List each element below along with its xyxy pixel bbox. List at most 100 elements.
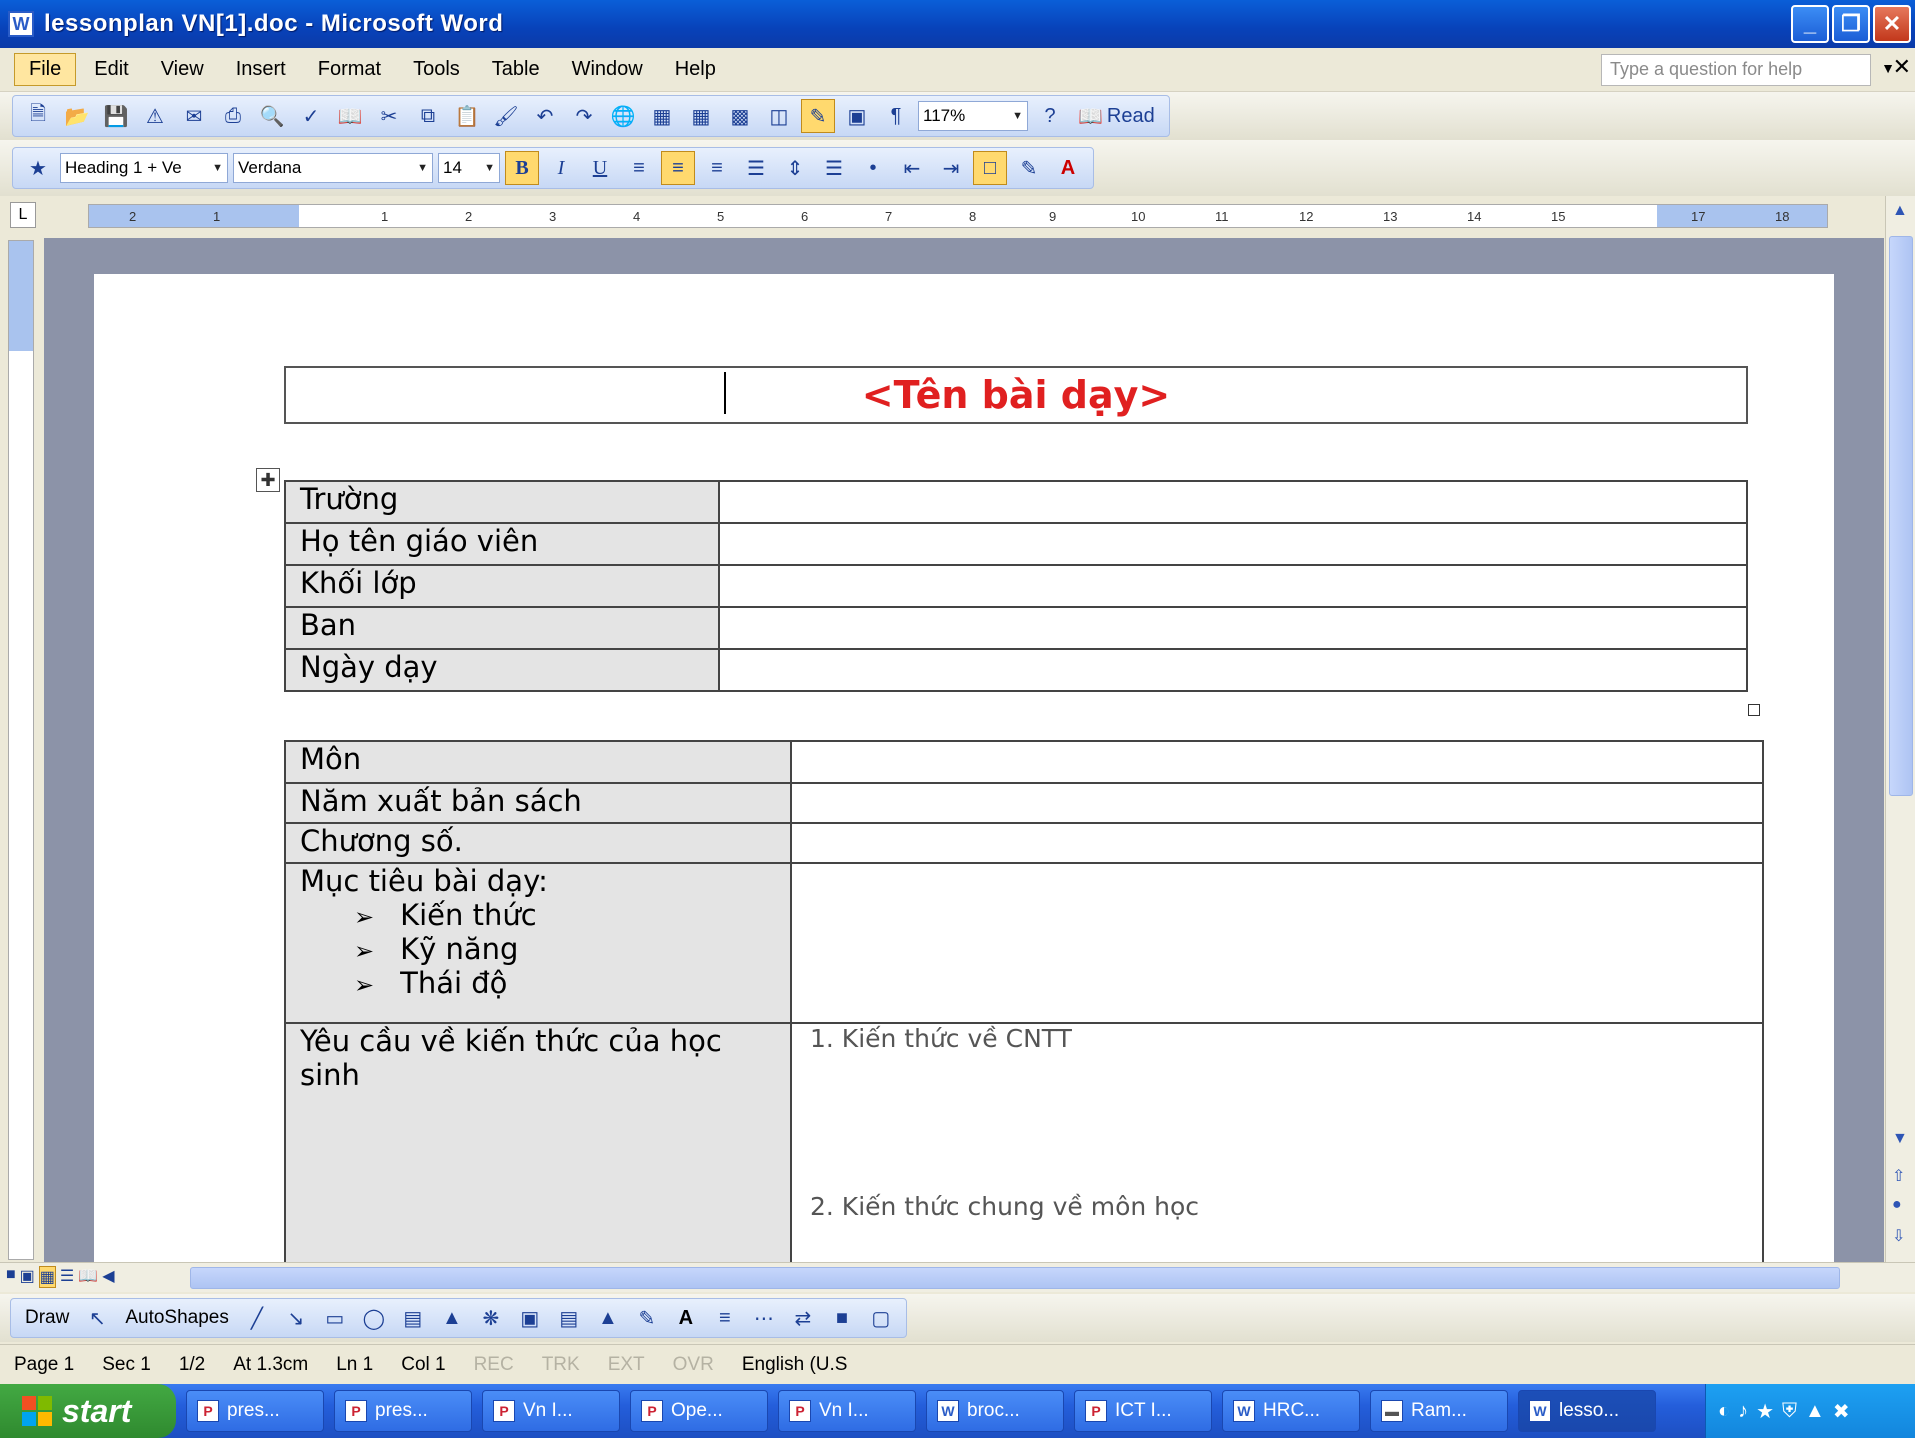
wordart-icon[interactable]: ▲ (435, 1301, 469, 1335)
line-style-icon[interactable]: ≡ (708, 1301, 742, 1335)
taskbar-item[interactable]: P Vn I... (778, 1390, 916, 1432)
spelling-icon[interactable]: ✓ (294, 99, 328, 133)
status-ovr[interactable]: OVR (659, 1354, 728, 1376)
bold-button[interactable]: B (505, 151, 539, 185)
table-cell-value[interactable] (718, 522, 1748, 566)
print-icon[interactable]: ⎙ (216, 99, 250, 133)
insert-excel-icon[interactable]: ▩ (723, 99, 757, 133)
email-icon[interactable]: ✉ (177, 99, 211, 133)
menu-help[interactable]: Help (661, 54, 730, 85)
taskbar-item[interactable]: P ICT I... (1074, 1390, 1212, 1432)
taskbar-item[interactable]: P Vn I... (482, 1390, 620, 1432)
highlight-icon[interactable]: ✎ (1012, 151, 1046, 185)
scroll-down-icon[interactable]: ▼ (1892, 1130, 1908, 1148)
draw-menu[interactable]: Draw (19, 1307, 75, 1329)
document-area[interactable]: <Tên bài dạy> ✚ Trường Họ tên giáo viên … (44, 238, 1884, 1262)
document-page[interactable]: <Tên bài dạy> ✚ Trường Họ tên giáo viên … (94, 274, 1834, 1262)
table-resize-handle[interactable] (1748, 704, 1760, 716)
paste-icon[interactable]: 📋 (450, 99, 484, 133)
update-icon[interactable]: ▲ (1805, 1400, 1825, 1423)
draw-font-color-icon[interactable]: A (669, 1301, 703, 1335)
vertical-scrollbar[interactable]: ▲ ▼ ⇧ ● ⇩ (1885, 196, 1915, 1262)
copy-icon[interactable]: ⧉ (411, 99, 445, 133)
ruler-band[interactable]: 2 1 1 2 3 4 5 6 7 8 9 10 11 12 13 14 15 … (88, 204, 1828, 228)
select-objects-icon[interactable]: ↖ (80, 1301, 114, 1335)
arrow-icon[interactable]: ↘ (279, 1301, 313, 1335)
horizontal-scrollbar[interactable]: ■ ▣ ▦ ☰ 📖 ◀ (0, 1262, 1915, 1292)
clip-art-icon[interactable]: ▣ (513, 1301, 547, 1335)
picture-icon[interactable]: ▤ (552, 1301, 586, 1335)
tab-selector-icon[interactable]: L (10, 202, 36, 228)
font-size-select[interactable]: 14 ▼ (438, 153, 500, 183)
diagram-icon[interactable]: ❋ (474, 1301, 508, 1335)
line-color-icon[interactable]: ✎ (630, 1301, 664, 1335)
align-right-icon[interactable]: ≡ (700, 151, 734, 185)
font-color-icon[interactable]: A (1051, 151, 1085, 185)
open-folder-icon[interactable]: 📂 (60, 99, 94, 133)
table-cell-value[interactable] (790, 740, 1764, 784)
show-hide-icon[interactable]: ¶ (879, 99, 913, 133)
style-select[interactable]: Heading 1 + Ve ▼ (60, 153, 228, 183)
help-search-input[interactable]: Type a question for help (1601, 54, 1871, 86)
table-cell-label[interactable]: Yêu cầu về kiến thức của học sinh (284, 1022, 792, 1262)
word-doc-icon[interactable]: W (8, 11, 34, 37)
underline-button[interactable]: U (583, 151, 617, 185)
oval-icon[interactable]: ◯ (357, 1301, 391, 1335)
numbering-icon[interactable]: ☰ (817, 151, 851, 185)
permission-icon[interactable]: ⚠ (138, 99, 172, 133)
menu-insert[interactable]: Insert (222, 54, 300, 85)
print-preview-icon[interactable]: 🔍 (255, 99, 289, 133)
table-cell-value[interactable]: 1. Kiến thức về CNTT 2. Kiến thức chung … (790, 1022, 1764, 1262)
table-cell-value[interactable] (790, 822, 1764, 864)
line-spacing-icon[interactable]: ⇕ (778, 151, 812, 185)
status-trk[interactable]: TRK (528, 1354, 594, 1376)
status-rec[interactable]: REC (460, 1354, 528, 1376)
dash-style-icon[interactable]: ⋯ (747, 1301, 781, 1335)
taskbar-item[interactable]: P Ope... (630, 1390, 768, 1432)
minimize-button[interactable]: _ (1791, 5, 1829, 43)
table-cell-value[interactable] (790, 862, 1764, 1024)
security-icon[interactable]: ★ (1756, 1399, 1774, 1424)
lesson-title-box[interactable]: <Tên bài dạy> (284, 366, 1748, 424)
columns-icon[interactable]: ◫ (762, 99, 796, 133)
reading-layout-icon[interactable]: 📖 (78, 1266, 98, 1288)
start-button[interactable]: start (0, 1384, 176, 1438)
menu-table[interactable]: Table (478, 54, 554, 85)
styles-icon[interactable]: ★ (21, 151, 55, 185)
menu-view[interactable]: View (147, 54, 218, 85)
table-cell-value[interactable] (718, 606, 1748, 650)
shield-icon[interactable]: ⛨ (1782, 1400, 1797, 1423)
volume-icon[interactable]: ♪ (1738, 1400, 1748, 1423)
document-map-icon[interactable]: ▣ (840, 99, 874, 133)
tables-borders-icon[interactable]: ▦ (645, 99, 679, 133)
doc-close-icon[interactable]: ✕ (1893, 54, 1911, 80)
rectangle-icon[interactable]: ▭ (318, 1301, 352, 1335)
menu-edit[interactable]: Edit (80, 54, 142, 85)
close-button[interactable]: ✕ (1873, 5, 1911, 43)
taskbar-item[interactable]: W HRC... (1222, 1390, 1360, 1432)
fill-color-icon[interactable]: ▲ (591, 1301, 625, 1335)
text-box-icon[interactable]: ▤ (396, 1301, 430, 1335)
cut-icon[interactable]: ✂ (372, 99, 406, 133)
format-painter-icon[interactable]: 🖌 (489, 99, 523, 133)
hscroll-thumb[interactable] (190, 1267, 1840, 1289)
read-button[interactable]: 📖 Read (1072, 104, 1161, 129)
decrease-indent-icon[interactable]: ⇤ (895, 151, 929, 185)
menu-window[interactable]: Window (558, 54, 657, 85)
arrow-style-icon[interactable]: ⇄ (786, 1301, 820, 1335)
next-page-icon[interactable]: ⇩ (1892, 1226, 1905, 1246)
table-cell-value[interactable] (718, 648, 1748, 692)
hyperlink-icon[interactable]: 🌐 (606, 99, 640, 133)
justify-icon[interactable]: ☰ (739, 151, 773, 185)
table-cell-label[interactable]: Khối lớp (284, 564, 720, 608)
menu-tools[interactable]: Tools (399, 54, 474, 85)
drawing-icon[interactable]: ✎ (801, 99, 835, 133)
web-layout-icon[interactable]: ▣ (20, 1266, 35, 1288)
align-center-icon[interactable]: ≡ (661, 151, 695, 185)
outline-view-icon[interactable]: ☰ (60, 1266, 74, 1288)
taskbar-item[interactable]: ▬ Ram... (1370, 1390, 1508, 1432)
alert-icon[interactable]: ✖ (1833, 1399, 1850, 1424)
scroll-up-icon[interactable]: ▲ (1892, 202, 1908, 220)
taskbar-item[interactable]: Ppres... (334, 1390, 472, 1432)
table-cell-label[interactable]: Năm xuất bản sách (284, 782, 792, 824)
